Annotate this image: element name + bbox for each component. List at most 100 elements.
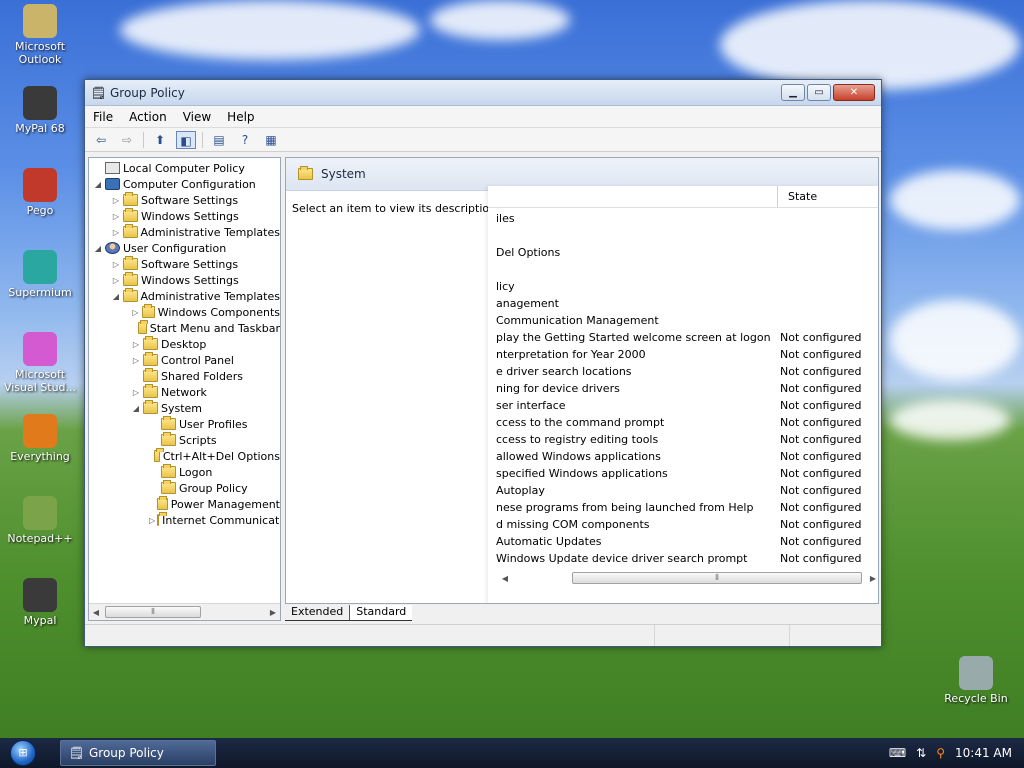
menu-view[interactable]: View bbox=[183, 110, 211, 124]
collapse-arrow-icon[interactable]: ◢ bbox=[131, 404, 141, 413]
column-header-state[interactable]: State bbox=[778, 186, 878, 207]
expand-arrow-icon[interactable]: ▷ bbox=[149, 516, 155, 525]
list-item[interactable]: play the Getting Started welcome screen … bbox=[488, 331, 878, 348]
tree-item[interactable]: ▷ Network bbox=[89, 384, 280, 400]
expand-arrow-icon[interactable]: ▷ bbox=[131, 356, 141, 365]
tab-extended[interactable]: Extended bbox=[285, 605, 351, 621]
list-horizontal-scrollbar[interactable]: ◀ ⦀ ▶ bbox=[498, 571, 878, 585]
list-item[interactable]: Automatic Updates Not configured bbox=[488, 535, 878, 552]
scroll-left-icon[interactable]: ◀ bbox=[498, 574, 512, 583]
list-item[interactable]: Autoplay Not configured bbox=[488, 484, 878, 501]
desktop-shortcut[interactable]: Mypal bbox=[2, 578, 78, 627]
tree-item[interactable]: Scripts bbox=[89, 432, 280, 448]
help-icon[interactable]: ? bbox=[235, 131, 255, 149]
list-item[interactable] bbox=[488, 263, 878, 280]
group-policy-window[interactable]: 🗒 Group Policy ▁ ▭ ✕ File Action View He… bbox=[84, 79, 882, 647]
taskbar-group-policy[interactable]: 🗒 Group Policy bbox=[60, 740, 216, 766]
tab-standard[interactable]: Standard bbox=[350, 605, 413, 621]
scroll-thumb[interactable]: ⦀ bbox=[572, 572, 862, 584]
list-item[interactable]: e driver search locations Not configured bbox=[488, 365, 878, 382]
list-item[interactable]: Windows Update device driver search prom… bbox=[488, 552, 878, 569]
tree-item[interactable]: Shared Folders bbox=[89, 368, 280, 384]
desktop-shortcut[interactable]: Microsoft Outlook bbox=[2, 4, 78, 66]
menu-help[interactable]: Help bbox=[227, 110, 254, 124]
forward-arrow-icon[interactable]: ⇨ bbox=[117, 131, 137, 149]
list-item[interactable]: nese programs from being launched from H… bbox=[488, 501, 878, 518]
scroll-thumb[interactable]: ⦀ bbox=[105, 606, 201, 618]
desktop-shortcut[interactable]: Microsoft Visual Stud... bbox=[2, 332, 78, 394]
maximize-button[interactable]: ▭ bbox=[807, 84, 831, 101]
tree-item[interactable]: Logon bbox=[89, 464, 280, 480]
tree-item[interactable]: ▷ Administrative Templates bbox=[89, 224, 280, 240]
tree-item[interactable]: ▷ Software Settings bbox=[89, 256, 280, 272]
desktop-shortcut[interactable]: Notepad++ bbox=[2, 496, 78, 545]
tree-item[interactable]: ▷ Desktop bbox=[89, 336, 280, 352]
search-icon[interactable]: ⚲ bbox=[936, 746, 945, 760]
desktop-shortcut[interactable]: Pego bbox=[2, 168, 78, 217]
list-item[interactable] bbox=[488, 229, 878, 246]
expand-arrow-icon[interactable]: ▷ bbox=[111, 276, 121, 285]
export-list-icon[interactable]: ▤ bbox=[209, 131, 229, 149]
tree-item[interactable]: ▷ Windows Settings bbox=[89, 272, 280, 288]
clock[interactable]: 10:41 AM bbox=[955, 746, 1012, 760]
expand-arrow-icon[interactable]: ▷ bbox=[111, 228, 121, 237]
properties-icon[interactable]: ▦ bbox=[261, 131, 281, 149]
desktop-shortcut[interactable]: Recycle Bin bbox=[938, 656, 1014, 705]
menu-action[interactable]: Action bbox=[129, 110, 167, 124]
tree-horizontal-scrollbar[interactable]: ◀ ⦀ ▶ bbox=[89, 603, 280, 620]
scroll-right-icon[interactable]: ▶ bbox=[266, 608, 280, 617]
expand-arrow-icon[interactable]: ▷ bbox=[131, 388, 141, 397]
tree-item[interactable]: ▷ Windows Settings bbox=[89, 208, 280, 224]
list-item[interactable]: d missing COM components Not configured bbox=[488, 518, 878, 535]
title-bar[interactable]: 🗒 Group Policy ▁ ▭ ✕ bbox=[85, 80, 881, 106]
tree-item[interactable]: User Profiles bbox=[89, 416, 280, 432]
scroll-left-icon[interactable]: ◀ bbox=[89, 608, 103, 617]
tree-item[interactable]: ▷ Control Panel bbox=[89, 352, 280, 368]
minimize-button[interactable]: ▁ bbox=[781, 84, 805, 101]
menu-file[interactable]: File bbox=[93, 110, 113, 124]
show-hide-tree-icon[interactable]: ◧ bbox=[176, 130, 196, 149]
list-item[interactable]: ning for device drivers Not configured bbox=[488, 382, 878, 399]
list-item[interactable]: specified Windows applications Not config… bbox=[488, 467, 878, 484]
tree-item[interactable]: ▷ Software Settings bbox=[89, 192, 280, 208]
tree-item[interactable]: Local Computer Policy bbox=[89, 160, 280, 176]
tree-pane[interactable]: Local Computer Policy ◢ Computer Configura… bbox=[88, 157, 281, 621]
tree-item[interactable]: ◢ Computer Configuration bbox=[89, 176, 280, 192]
expand-arrow-icon[interactable]: ▷ bbox=[131, 340, 141, 349]
list-item[interactable]: anagement bbox=[488, 297, 878, 314]
tree-item[interactable]: ▷ Internet Communication bbox=[89, 512, 280, 528]
list-item[interactable]: ccess to registry editing tools Not confi… bbox=[488, 433, 878, 450]
expand-arrow-icon[interactable]: ▷ bbox=[111, 196, 121, 205]
tree-item[interactable]: ◢ Administrative Templates bbox=[89, 288, 280, 304]
collapse-arrow-icon[interactable]: ◢ bbox=[93, 180, 103, 189]
list-item[interactable]: iles bbox=[488, 212, 878, 229]
list-item[interactable]: nterpretation for Year 2000 Not configure… bbox=[488, 348, 878, 365]
desktop-shortcut[interactable]: MyPal 68 bbox=[2, 86, 78, 135]
settings-list[interactable]: State iles Del Options licy anagement Commun… bbox=[488, 186, 878, 603]
start-button[interactable]: ⊞ bbox=[0, 738, 46, 768]
list-item[interactable]: ccess to the command prompt Not configure… bbox=[488, 416, 878, 433]
collapse-arrow-icon[interactable]: ◢ bbox=[93, 244, 103, 253]
expand-arrow-icon[interactable]: ▷ bbox=[111, 260, 121, 269]
close-button[interactable]: ✕ bbox=[833, 84, 875, 101]
desktop-shortcut[interactable]: Supermium bbox=[2, 250, 78, 299]
expand-arrow-icon[interactable]: ▷ bbox=[111, 212, 121, 221]
list-item[interactable]: licy bbox=[488, 280, 878, 297]
list-item[interactable]: Communication Management bbox=[488, 314, 878, 331]
tree-item[interactable]: Group Policy bbox=[89, 480, 280, 496]
tree-item[interactable]: Power Management bbox=[89, 496, 280, 512]
column-header-setting[interactable] bbox=[488, 186, 778, 207]
list-item[interactable]: allowed Windows applications Not configur… bbox=[488, 450, 878, 467]
scroll-right-icon[interactable]: ▶ bbox=[866, 574, 878, 583]
up-folder-icon[interactable]: ⬆ bbox=[150, 131, 170, 149]
tree-item[interactable]: ▷ Windows Components bbox=[89, 304, 280, 320]
expand-arrow-icon[interactable]: ▷ bbox=[131, 308, 140, 317]
network-icon[interactable]: ⇅ bbox=[916, 746, 926, 760]
tree-item[interactable]: Ctrl+Alt+Del Options bbox=[89, 448, 280, 464]
tree-item[interactable]: ◢ System bbox=[89, 400, 280, 416]
keyboard-icon[interactable]: ⌨ bbox=[889, 746, 906, 760]
collapse-arrow-icon[interactable]: ◢ bbox=[111, 292, 121, 301]
list-item[interactable]: Del Options bbox=[488, 246, 878, 263]
desktop-shortcut[interactable]: Everything bbox=[2, 414, 78, 463]
tree-item[interactable]: Start Menu and Taskbar bbox=[89, 320, 280, 336]
